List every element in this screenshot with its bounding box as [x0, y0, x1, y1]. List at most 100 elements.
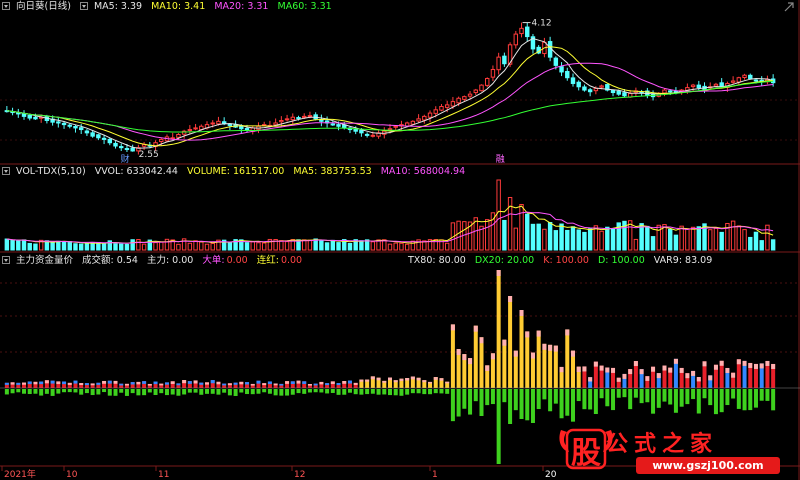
indicator-bar-down — [542, 389, 547, 400]
candle-body — [484, 78, 490, 86]
indicator-bar-down — [668, 389, 673, 405]
volume-bar — [50, 241, 55, 251]
zhuli-readout: 主力: 0.00 — [146, 255, 194, 266]
volume-bar — [210, 242, 215, 251]
indicator-bar-cap — [490, 353, 495, 360]
indicator-bar-cap — [576, 366, 581, 372]
indicator-bar-cap — [605, 367, 610, 373]
indicator-panel-header-right: TX80: 80.00 DX20: 20.00 K: 100.00 D: 100… — [408, 255, 718, 267]
indicator-bar-down — [79, 389, 84, 395]
candle-body — [587, 89, 593, 93]
indicator-bar-down — [399, 389, 404, 396]
candle-body — [336, 124, 341, 127]
event-tag: 融 — [496, 154, 505, 165]
indicator-bar-cap — [130, 382, 135, 385]
indicator-bar-cap — [405, 377, 410, 381]
indicator-bar-down — [73, 389, 78, 393]
indicator-bar-cap — [553, 345, 558, 352]
volume-bar — [753, 231, 759, 251]
indicator-bar-down — [748, 389, 753, 411]
indicator-bar-cap — [262, 383, 267, 386]
candle-body — [61, 122, 67, 126]
indicator-bar-cap — [439, 378, 444, 381]
indicator-bar-down — [102, 389, 107, 393]
lianhong-value: 0.00 — [280, 255, 303, 266]
indicator-bar-cap — [325, 383, 330, 386]
volume-bar — [164, 238, 170, 251]
indicator-panel-header: 主力资金量价 成交额: 0.54 主力: 0.00 大单: 0.00 连红: 0.0… — [2, 255, 308, 267]
candle-body — [107, 138, 113, 144]
candle-body — [124, 148, 130, 151]
indicator-bar-cap — [353, 382, 358, 385]
vol-ma10-readout: MA10: 568004.94 — [380, 166, 466, 177]
indicator-bar-cap — [382, 380, 387, 383]
volume-bar — [347, 242, 353, 251]
dropdown-icon[interactable] — [2, 167, 10, 175]
expand-arrow-icon[interactable] — [784, 2, 794, 12]
high-price-label: 4.12 — [532, 19, 552, 29]
dropdown-icon[interactable] — [2, 256, 10, 264]
stock-title: 向日葵(日线) — [16, 1, 71, 12]
indicator-bar-down — [359, 389, 364, 395]
indicator-bar-up — [496, 270, 501, 388]
indicator-bar-down — [176, 389, 181, 396]
candle-body — [730, 80, 736, 83]
candle-body — [119, 146, 124, 149]
indicator-bar-down — [96, 389, 101, 395]
candle-body — [439, 106, 444, 111]
candle-body — [410, 120, 416, 125]
indicator-bar-down — [479, 389, 484, 416]
volume-bar — [525, 213, 530, 251]
candle-body — [622, 92, 627, 97]
indicator-bar-cap — [170, 381, 175, 384]
indicator-bar-cap — [719, 360, 724, 366]
indicator-bar-cap — [370, 376, 375, 380]
indicator-bar-cap — [410, 376, 415, 380]
indicator-bar-down — [136, 389, 141, 396]
volume-bar — [484, 219, 490, 251]
indicator-bar-cap — [56, 381, 61, 385]
indicator-bar-down — [639, 389, 644, 404]
candle-body — [21, 113, 27, 117]
indicator-bar-down — [742, 389, 747, 411]
volume-bar — [656, 224, 661, 251]
vvol-readout: VVOL: 633042.44 — [94, 166, 178, 177]
candle-body — [490, 68, 496, 78]
indicator-bar-cap — [519, 310, 524, 316]
volume-bar — [633, 238, 639, 251]
candle-body — [370, 134, 376, 137]
indicator-bar-cap — [725, 367, 730, 373]
indicator-bar-cap — [685, 373, 690, 379]
volume-bar — [370, 241, 376, 251]
volume-bar — [650, 236, 656, 251]
volume-bar — [330, 239, 336, 251]
candle-body — [364, 133, 370, 136]
indicator-name: 主力资金量价 — [16, 255, 74, 266]
volume-bar — [261, 242, 267, 251]
indicator-bar-down — [725, 389, 730, 406]
indicator-bar-cap — [319, 381, 324, 385]
indicator-bar-cap — [593, 361, 598, 367]
volume-bar — [496, 179, 501, 251]
dadan-label: 大单: — [202, 255, 225, 266]
indicator-bar-up — [450, 324, 455, 388]
volume-panel-header: VOL-TDX(5,10) VVOL: 633042.44 VOLUME: 16… — [2, 166, 471, 178]
volume-bar — [153, 242, 158, 251]
indicator-bar-cap — [147, 383, 152, 386]
indicator-bar-down — [267, 389, 272, 394]
chart-canvas[interactable]: 4.122.55财 融2021年 10 11 12 1 20 — [0, 0, 800, 480]
candle-body — [719, 82, 724, 87]
indicator-bar-cap — [347, 380, 352, 384]
indicator-bar-cap — [124, 383, 129, 386]
indicator-bar-down — [485, 389, 490, 406]
lianhong-label: 连红: — [256, 255, 279, 266]
indicator-bar-down — [273, 389, 278, 396]
indicator-bar-cap — [176, 383, 181, 386]
candle-body — [462, 96, 467, 100]
volume-bar — [667, 228, 673, 251]
indicator-bar-cap — [285, 381, 290, 384]
dropdown-icon[interactable] — [79, 2, 88, 10]
dropdown-icon[interactable] — [2, 2, 10, 10]
indicator-bar-down — [651, 389, 656, 414]
indicator-bar-cap — [662, 365, 667, 371]
